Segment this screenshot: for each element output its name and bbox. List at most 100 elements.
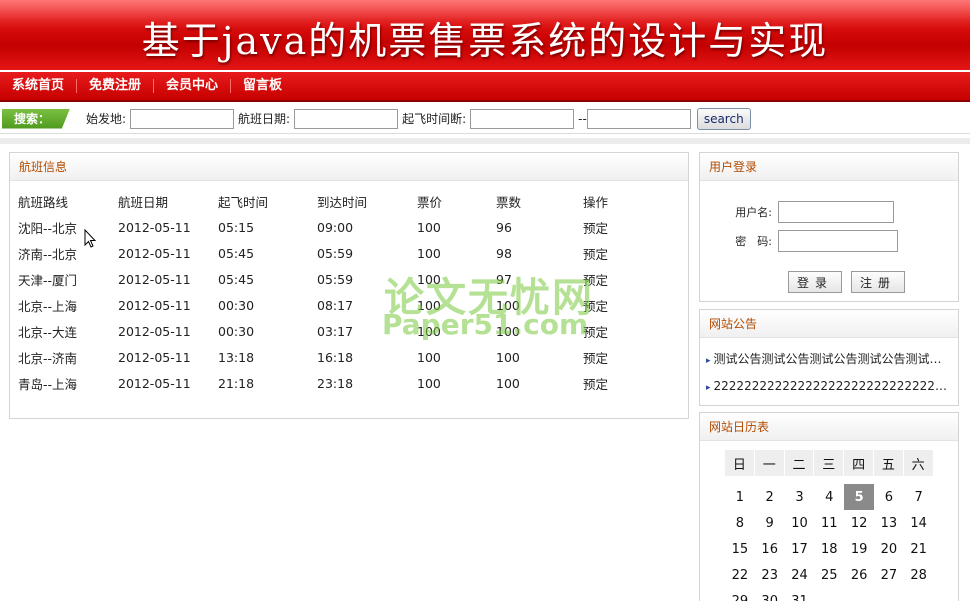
price-cell: 100 [417,245,441,261]
calendar-day[interactable]: 17 [785,536,815,562]
calendar-day[interactable]: 7 [904,484,934,510]
weekday-label: 六 [903,450,934,476]
date-cell: 2012-05-11 [118,323,191,339]
col-price: 票价 [417,194,443,210]
route-cell: 沈阳--北京 [18,220,78,236]
nav-item-member-center[interactable]: 会员中心 [154,79,232,93]
route-cell: 青岛--上海 [18,376,78,392]
calendar-day[interactable]: 22 [725,562,755,588]
weekday-label: 四 [844,450,874,476]
calendar-day[interactable]: 21 [904,536,934,562]
arrival-cell: 16:18 [317,349,354,365]
calendar-day[interactable]: 13 [874,510,904,536]
table-row: 青岛--上海 2012-05-11 21:18 23:18 100 100 预定 [18,370,623,396]
calendar-day-today[interactable]: 5 [844,484,874,510]
route-cell: 北京--济南 [18,350,78,366]
calendar-day[interactable]: 6 [874,484,904,510]
calendar-day[interactable]: 11 [814,510,844,536]
date-cell: 2012-05-11 [118,375,191,391]
register-button[interactable]: 注册 [851,271,906,293]
calendar-day[interactable]: 10 [785,510,815,536]
calendar-day[interactable]: 18 [814,536,844,562]
nav-item-register[interactable]: 免费注册 [77,79,155,93]
username-input[interactable] [778,201,894,223]
book-link[interactable]: 预定 [583,240,623,266]
search-button[interactable]: search [696,107,751,130]
book-link[interactable]: 预定 [583,344,623,370]
calendar-week-row: 8 9 10 11 12 13 14 [725,510,934,536]
notice-text: 测试公告测试公告测试公告测试公告测试公告 [713,352,948,366]
notice-panel: 网站公告 ▸ 测试公告测试公告测试公告测试公告测试公告 ▸ 222222222222… [699,309,959,406]
table-row: 沈阳--北京 2012-05-11 05:15 09:00 100 96 预定 [18,214,623,240]
route-cell: 北京--大连 [18,324,78,340]
nav-item-home[interactable]: 系统首页 [0,79,78,93]
arrival-cell: 05:59 [317,245,354,261]
calendar-day[interactable]: 3 [785,484,815,510]
calendar-day[interactable]: 16 [755,536,785,562]
flight-table-header: 航班路线 航班日期 起飞时间 到达时间 票价 票数 操作 [18,188,623,214]
login-button[interactable]: 登录 [788,271,843,293]
calendar-day[interactable]: 14 [904,510,934,536]
departure-cell: 05:15 [218,219,255,235]
calendar-day[interactable]: 24 [785,562,815,588]
tickets-cell: 96 [496,219,512,235]
calendar-day [904,588,934,601]
calendar-grid: 日 一 二 三 四 五 六 1 2 3 4 5 6 7 8 9 10 11 12 13 14 15 16 17 1… [725,450,934,601]
search-tag: 搜索： [2,108,70,129]
notice-item[interactable]: ▸ 测试公告测试公告测试公告测试公告测试公告 [706,350,948,367]
route-cell: 天津--厦门 [18,272,78,288]
calendar-day[interactable]: 31 [785,588,815,601]
weekday-label: 二 [784,450,815,476]
calendar-days: 1 2 3 4 5 6 7 8 9 10 11 12 13 14 15 16 17 18 19 20 21 22 23 24 2… [725,484,934,601]
calendar-day[interactable]: 15 [725,536,755,562]
col-route: 航班路线 [18,194,69,210]
password-input[interactable] [778,230,898,252]
book-link[interactable]: 预定 [583,370,623,396]
time-range-separator: -- [578,111,587,126]
weekday-label: 三 [814,450,845,476]
arrival-cell: 09:00 [317,219,354,235]
calendar-day[interactable]: 4 [814,484,844,510]
calendar-week-row: 29 30 31 [725,588,934,601]
username-row: 用户名: [726,201,894,223]
calendar-week-row: 22 23 24 25 26 27 28 [725,562,934,588]
login-panel: 用户登录 用户名: 密 码: 登录 注册 [699,152,959,302]
route-cell: 北京--上海 [18,298,78,314]
calendar-day[interactable]: 27 [874,562,904,588]
bullet-arrow-icon: ▸ [706,356,711,366]
calendar-day[interactable]: 2 [755,484,785,510]
divider-strip [0,138,970,144]
tickets-cell: 100 [496,349,520,365]
calendar-day[interactable]: 20 [874,536,904,562]
time-to-input[interactable] [586,108,691,129]
calendar-day[interactable]: 23 [755,562,785,588]
origin-label: 始发地: [86,112,127,126]
calendar-day[interactable]: 28 [904,562,934,588]
departure-cell: 00:30 [218,297,255,313]
origin-input[interactable] [130,108,235,129]
calendar-panel: 网站日历表 日 一 二 三 四 五 六 1 2 3 4 5 6 7 8 9 10 11 12 13 14 1… [699,412,959,601]
flight-date-input[interactable] [294,108,399,129]
date-cell: 2012-05-11 [118,271,191,287]
departure-cell: 13:18 [218,349,255,365]
calendar-day[interactable]: 1 [725,484,755,510]
weekday-label: 一 [754,450,785,476]
calendar-day[interactable]: 12 [844,510,874,536]
calendar-day[interactable]: 26 [844,562,874,588]
calendar-day[interactable]: 19 [844,536,874,562]
weekday-label: 日 [725,450,755,476]
time-from-input[interactable] [470,108,575,129]
nav-item-message-board[interactable]: 留言板 [231,79,294,93]
calendar-day[interactable]: 29 [725,588,755,601]
calendar-day[interactable]: 25 [814,562,844,588]
notice-title: 网站公告 [700,310,958,338]
col-action: 操作 [583,194,609,210]
flight-date-label: 航班日期: [238,112,291,126]
book-link[interactable]: 预定 [583,214,623,240]
site-banner: 基于java的机票售票系统的设计与实现 [0,0,970,70]
calendar-day[interactable]: 30 [755,588,785,601]
notice-item[interactable]: ▸2222222222222222222222222222222222222 [706,379,948,393]
calendar-day[interactable]: 9 [755,510,785,536]
calendar-day[interactable]: 8 [725,510,755,536]
departure-cell: 00:30 [218,323,255,339]
